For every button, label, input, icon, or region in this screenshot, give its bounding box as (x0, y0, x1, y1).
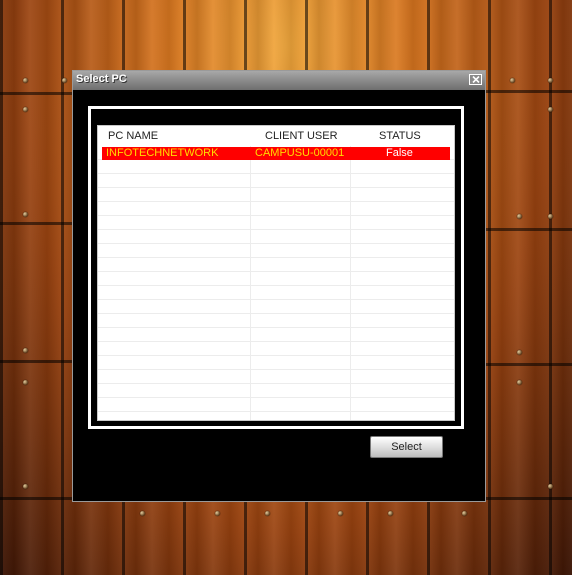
nail-icon (388, 511, 393, 516)
cell-pc-name: INFOTECHNETWORK (106, 147, 219, 159)
cell-status: False (386, 147, 413, 159)
nail-icon (23, 78, 28, 83)
grid-header: PC NAME CLIENT USER STATUS (98, 126, 454, 146)
close-icon (472, 76, 480, 83)
nail-icon (548, 214, 553, 219)
column-header-status[interactable]: STATUS (379, 130, 421, 142)
nail-icon (517, 214, 522, 219)
close-button[interactable] (469, 74, 482, 85)
nail-icon (23, 348, 28, 353)
cell-client-user: CAMPUSU-00001 (255, 147, 345, 159)
column-header-client-user[interactable]: CLIENT USER (265, 130, 338, 142)
nail-icon (517, 350, 522, 355)
nail-icon (510, 78, 515, 83)
column-header-pc-name[interactable]: PC NAME (108, 130, 158, 142)
plank-seam (486, 228, 572, 231)
nail-icon (215, 511, 220, 516)
dialog-titlebar[interactable]: Select PC (73, 71, 485, 90)
nail-icon (62, 78, 67, 83)
dialog-title: Select PC (76, 73, 127, 85)
nail-icon (23, 484, 28, 489)
nail-icon (548, 484, 553, 489)
plank-seam (0, 360, 75, 363)
nail-icon (265, 511, 270, 516)
nail-icon (548, 107, 553, 112)
pc-list-grid[interactable]: PC NAME CLIENT USER STATUS INFOTECHNETWO… (97, 125, 455, 421)
plank-seam (0, 92, 75, 95)
plank-seam (486, 90, 572, 93)
select-pc-dialog: Select PC PC NAME CLIENT USER STATUS INF… (72, 70, 486, 502)
plank-seam (0, 222, 75, 225)
column-divider (250, 146, 251, 420)
nail-icon (23, 107, 28, 112)
select-button[interactable]: Select (370, 436, 443, 458)
list-frame: PC NAME CLIENT USER STATUS INFOTECHNETWO… (88, 106, 464, 429)
nail-icon (517, 380, 522, 385)
grid-rows-background (98, 146, 454, 420)
nail-icon (23, 212, 28, 217)
nail-icon (338, 511, 343, 516)
nail-icon (548, 78, 553, 83)
nail-icon (462, 511, 467, 516)
plank-seam (486, 363, 572, 366)
column-divider (350, 146, 351, 420)
table-row[interactable]: INFOTECHNETWORK CAMPUSU-00001 False (102, 147, 450, 160)
nail-icon (140, 511, 145, 516)
nail-icon (23, 380, 28, 385)
